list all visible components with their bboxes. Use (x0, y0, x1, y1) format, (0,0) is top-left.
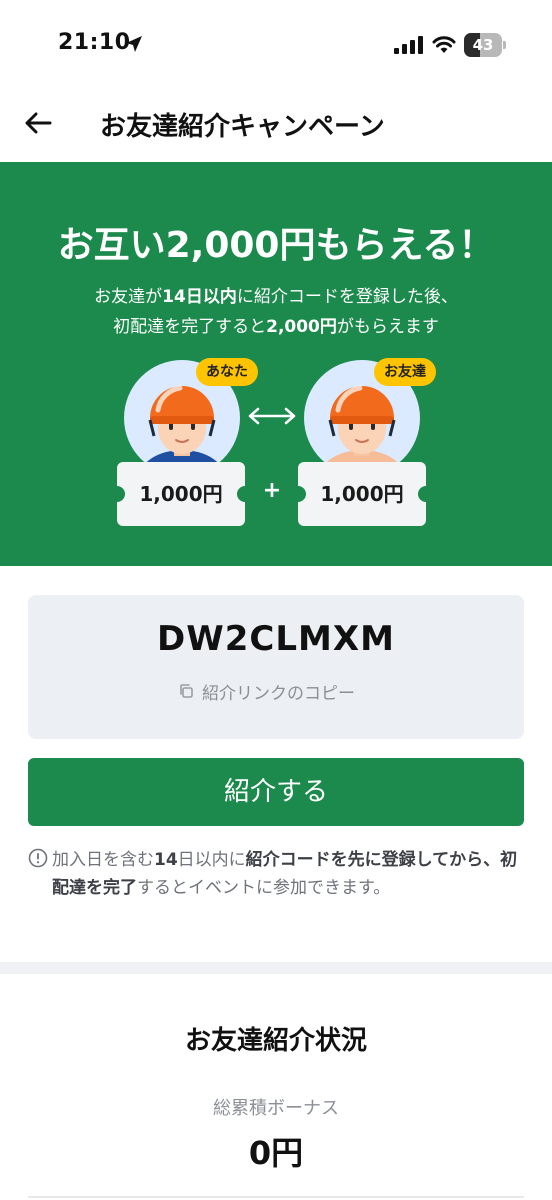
battery-level: 43 (472, 36, 494, 54)
friend-reward-ticket: 1,000円 (298, 462, 426, 526)
total-bonus-value: 0円 (248, 1134, 304, 1172)
double-arrow-icon (248, 407, 296, 425)
battery-indicator: 43 (464, 33, 506, 57)
arrow-left-icon[interactable] (22, 106, 56, 140)
plus-sign: + (262, 478, 282, 503)
info-icon (28, 848, 48, 868)
status-bar: 21:10 43 (0, 0, 552, 92)
hero-desc-part: 初配達を完了すると (113, 317, 267, 337)
campaign-hero: お互い2,000円もらえる！ お友達が14日以内に紹介コードを登録した後、 初配… (0, 162, 552, 566)
you-reward-amount: 1,000円 (139, 482, 223, 506)
total-bonus-label: 総累積ボーナス (213, 1098, 339, 1119)
copy-icon (180, 684, 193, 698)
note-text: 加入日を含む14日以内に紹介コードを先に登録してから、初配達を完了するとイベント… (52, 846, 528, 902)
hero-desc-bold: 2,000円 (266, 317, 337, 337)
battery-cap (503, 41, 506, 49)
hero-desc-bold: 14日以内 (162, 287, 237, 307)
hero-desc-part: お友達が (94, 287, 163, 307)
note-bold: 14 (154, 850, 178, 870)
hero-title: お互い2,000円もらえる！ (57, 225, 495, 266)
referral-code-box: DW2CLMXM 紹介リンクのコピー (28, 595, 524, 739)
you-badge: あなた (196, 358, 258, 386)
note-part: 日以内に (177, 850, 246, 870)
friend-reward-amount: 1,000円 (320, 482, 404, 506)
note-part: 加入日を含む (52, 850, 154, 870)
page-title: お友達紹介キャンペーン (100, 112, 385, 142)
bottom-divider (28, 1196, 524, 1198)
status-time: 21:10 (58, 30, 131, 55)
copy-link-label: 紹介リンクのコピー (202, 683, 355, 704)
location-arrow-icon (126, 36, 142, 52)
hero-description: お友達が14日以内に紹介コードを登録した後、 初配達を完了すると2,000円がも… (0, 282, 552, 342)
note-part: するとイベントに参加できます。 (137, 878, 391, 898)
friend-badge: お友達 (374, 358, 436, 386)
you-reward-ticket: 1,000円 (117, 462, 245, 526)
referral-status-title: お友達紹介状況 (184, 1026, 367, 1056)
signal-icon (394, 36, 423, 54)
wifi-icon (432, 36, 456, 53)
hero-desc-part: に紹介コードを登録した後、 (236, 287, 458, 307)
app-header: お友達紹介キャンペーン (0, 92, 552, 162)
introduce-button[interactable]: 紹介する (28, 758, 524, 826)
referral-code: DW2CLMXM (157, 619, 395, 659)
hero-desc-part: がもらえます (336, 317, 439, 337)
copy-link-button[interactable]: 紹介リンクのコピー (178, 679, 355, 704)
section-divider (0, 962, 552, 974)
